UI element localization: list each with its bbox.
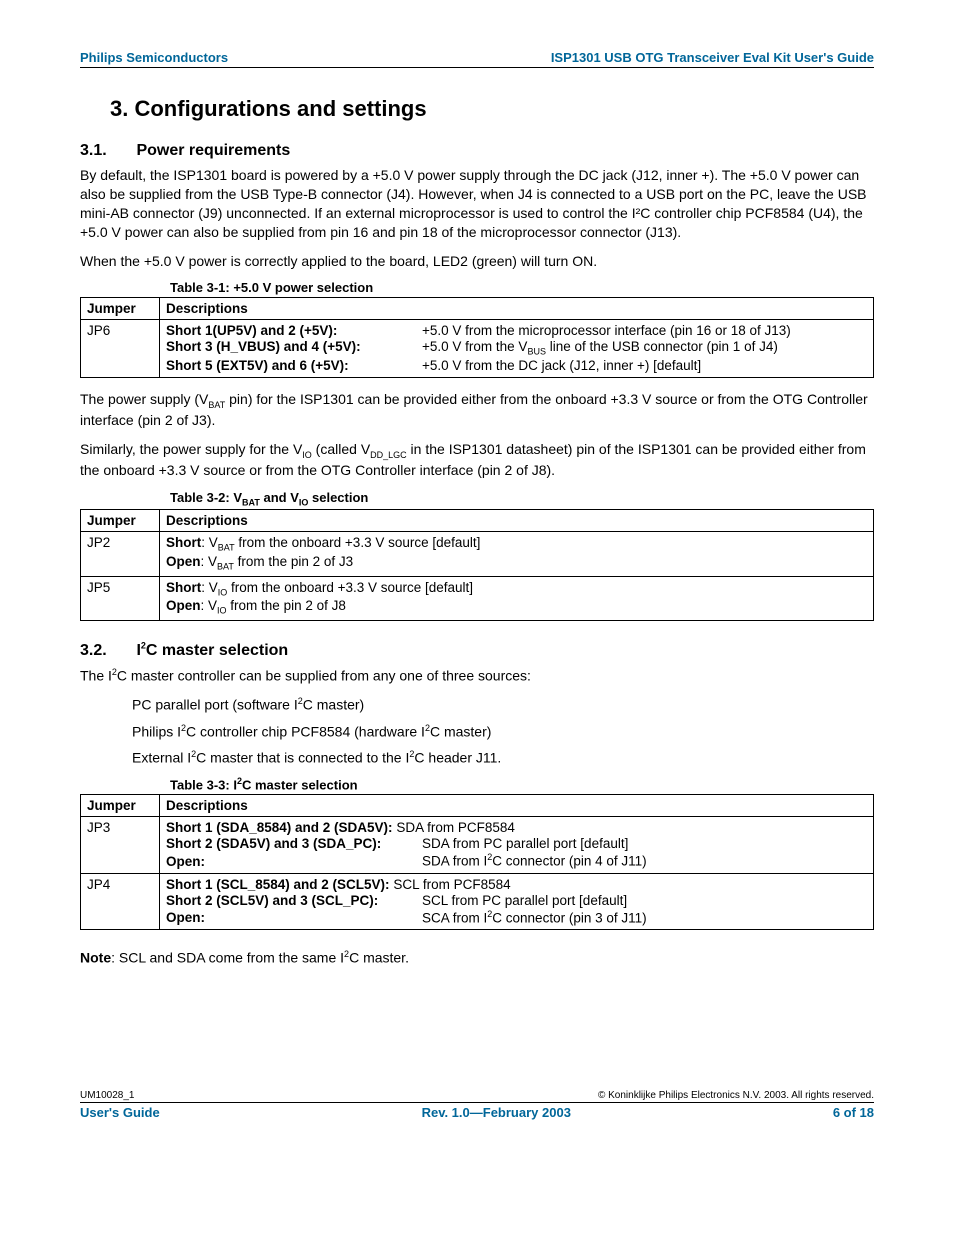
header-doc-title: ISP1301 USB OTG Transceiver Eval Kit Use… bbox=[551, 50, 874, 65]
footer-revision: Rev. 1.0—February 2003 bbox=[422, 1105, 571, 1120]
subsection-number: 3.1. bbox=[80, 142, 132, 160]
footer-guide: User's Guide bbox=[80, 1105, 160, 1120]
footer-page-number: 6 of 18 bbox=[833, 1105, 874, 1120]
table-row: JP2 Short: VBAT from the onboard +3.3 V … bbox=[81, 532, 874, 576]
subsection-title: Power requirements bbox=[136, 142, 290, 159]
jumper-cell: JP6 bbox=[81, 320, 160, 378]
header-company: Philips Semiconductors bbox=[80, 50, 228, 65]
list-item: External I2C master that is connected to… bbox=[132, 749, 874, 766]
description-cell: Short 1 (SDA_8584) and 2 (SDA5V): SDA fr… bbox=[160, 817, 874, 874]
subsection-title: I2C master selection bbox=[136, 642, 288, 659]
table-header: Descriptions bbox=[160, 298, 874, 320]
table-row: JP3 Short 1 (SDA_8584) and 2 (SDA5V): SD… bbox=[81, 817, 874, 874]
body-paragraph: Similarly, the power supply for the VIO … bbox=[80, 440, 874, 480]
table-header: Jumper bbox=[81, 510, 160, 532]
table-header: Descriptions bbox=[160, 510, 874, 532]
table-header: Descriptions bbox=[160, 795, 874, 817]
body-paragraph: By default, the ISP1301 board is powered… bbox=[80, 166, 874, 242]
footer-copyright: © Koninklijke Philips Electronics N.V. 2… bbox=[598, 1090, 874, 1101]
section-title: Configurations and settings bbox=[134, 96, 426, 121]
table-32: Jumper Descriptions JP2 Short: VBAT from… bbox=[80, 509, 874, 621]
jumper-cell: JP4 bbox=[81, 873, 160, 930]
section-heading: 3. Configurations and settings bbox=[80, 96, 874, 122]
footer-doc-id: UM10028_1 bbox=[80, 1090, 134, 1101]
section-number: 3. bbox=[110, 96, 128, 121]
description-cell: Short 1 (SCL_8584) and 2 (SCL5V): SCL fr… bbox=[160, 873, 874, 930]
jumper-cell: JP5 bbox=[81, 576, 160, 620]
subsection-31-heading: 3.1. Power requirements bbox=[80, 142, 874, 160]
table-caption-32: Table 3-2: VBAT and VIO selection bbox=[80, 490, 874, 508]
table-row: JP4 Short 1 (SCL_8584) and 2 (SCL5V): SC… bbox=[81, 873, 874, 930]
table-31: Jumper Descriptions JP6 Short 1(UP5V) an… bbox=[80, 297, 874, 378]
jumper-cell: JP3 bbox=[81, 817, 160, 874]
table-header: Jumper bbox=[81, 298, 160, 320]
table-caption-33: Table 3-3: I2C master selection bbox=[80, 776, 874, 792]
table-33: Jumper Descriptions JP3 Short 1 (SDA_858… bbox=[80, 794, 874, 930]
body-paragraph: The power supply (VBAT pin) for the ISP1… bbox=[80, 390, 874, 430]
description-cell: Short 1(UP5V) and 2 (+5V):+5.0 V from th… bbox=[160, 320, 874, 378]
body-paragraph: The I2C master controller can be supplie… bbox=[80, 666, 874, 686]
description-cell: Short: VBAT from the onboard +3.3 V sour… bbox=[160, 532, 874, 576]
jumper-cell: JP2 bbox=[81, 532, 160, 576]
note-paragraph: Note: SCL and SDA come from the same I2C… bbox=[80, 948, 874, 968]
table-header: Jumper bbox=[81, 795, 160, 817]
description-cell: Short: VIO from the onboard +3.3 V sourc… bbox=[160, 576, 874, 620]
table-row: JP5 Short: VIO from the onboard +3.3 V s… bbox=[81, 576, 874, 620]
list-item: PC parallel port (software I2C master) bbox=[132, 696, 874, 713]
table-caption-31: Table 3-1: +5.0 V power selection bbox=[80, 280, 874, 295]
page-footer: UM10028_1 © Koninklijke Philips Electron… bbox=[80, 1090, 874, 1120]
body-paragraph: When the +5.0 V power is correctly appli… bbox=[80, 252, 874, 271]
list-item: Philips I2C controller chip PCF8584 (har… bbox=[132, 723, 874, 740]
table-row: JP6 Short 1(UP5V) and 2 (+5V):+5.0 V fro… bbox=[81, 320, 874, 378]
subsection-32-heading: 3.2. I2C master selection bbox=[80, 641, 874, 660]
subsection-number: 3.2. bbox=[80, 642, 132, 660]
page-header: Philips Semiconductors ISP1301 USB OTG T… bbox=[80, 50, 874, 68]
